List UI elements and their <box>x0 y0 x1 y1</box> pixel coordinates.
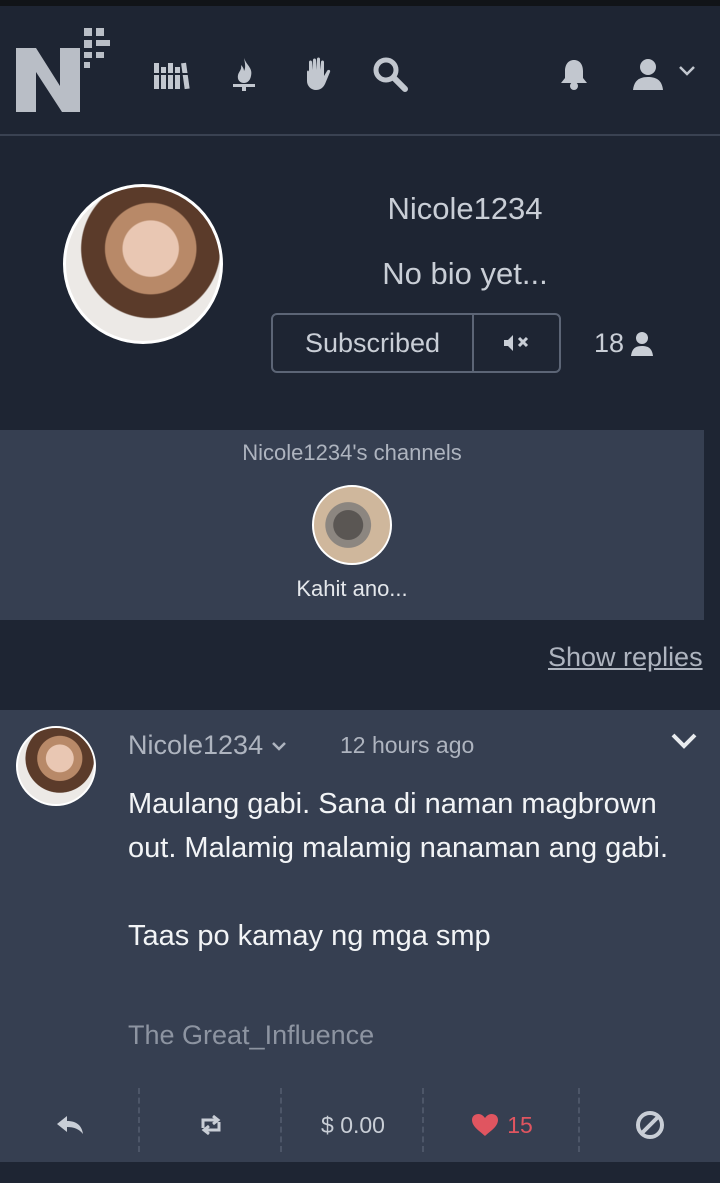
post-reference[interactable]: The Great_Influence <box>128 1020 374 1051</box>
hand-icon[interactable] <box>298 54 338 94</box>
subscriber-count-value: 18 <box>594 328 625 358</box>
logo[interactable] <box>14 24 114 120</box>
channels-panel: Nicole1234's channels Kahit ano... <box>0 430 704 620</box>
profile-header: Nicole1234 No bio yet... Subscribed 18 <box>0 138 720 428</box>
channel-avatar[interactable] <box>312 485 392 565</box>
reply-button[interactable] <box>0 1088 140 1162</box>
show-replies-link[interactable]: Show replies <box>548 642 703 673</box>
mute-icon <box>503 335 528 351</box>
like-button[interactable]: 15 <box>424 1088 580 1162</box>
profile-username: Nicole1234 <box>387 191 543 226</box>
repost-icon <box>201 1114 221 1136</box>
chevron-down-icon[interactable] <box>678 64 696 83</box>
post-author-avatar[interactable] <box>16 726 96 806</box>
remind-button[interactable] <box>140 1088 282 1162</box>
post-author[interactable]: Nicole1234 <box>128 730 287 761</box>
fire-icon[interactable] <box>224 54 264 94</box>
profile-bio: No bio yet... <box>382 256 548 291</box>
post-author-name: Nicole1234 <box>128 730 264 760</box>
search-icon[interactable] <box>370 54 410 94</box>
block-icon <box>636 1111 664 1139</box>
library-icon[interactable] <box>152 54 192 94</box>
block-button[interactable] <box>580 1088 720 1162</box>
bell-icon[interactable] <box>554 54 594 94</box>
tip-button[interactable]: $ 0.00 <box>282 1088 424 1162</box>
subscriber-count[interactable]: 18 <box>594 328 654 359</box>
chevron-down-icon <box>671 733 697 749</box>
tip-amount: $ 0.00 <box>321 1111 385 1138</box>
subscribe-button[interactable]: Subscribed <box>273 315 474 371</box>
post-body: Maulang gabi. Sana di naman magbrown out… <box>128 782 703 958</box>
channel-name[interactable]: Kahit ano... <box>252 576 452 602</box>
post-text: Taas po kamay ng mga smp <box>128 920 491 952</box>
post-card: Nicole1234 12 hours ago Maulang gabi. Sa… <box>0 710 720 1162</box>
logo-icon <box>16 28 110 112</box>
post-menu-button[interactable] <box>670 732 698 755</box>
bottom-strip <box>0 1162 720 1183</box>
mute-button[interactable] <box>474 315 559 371</box>
post-actions: $ 0.00 15 <box>0 1088 720 1162</box>
chevron-down-icon <box>272 741 286 751</box>
profile-avatar[interactable] <box>63 184 223 344</box>
user-icon <box>631 331 654 356</box>
post-text: Maulang gabi. Sana di naman magbrown out… <box>128 788 669 864</box>
navbar <box>0 6 720 136</box>
post-timestamp[interactable]: 12 hours ago <box>340 732 474 759</box>
channels-title: Nicole1234's channels <box>242 440 462 465</box>
like-count: 15 <box>507 1111 533 1138</box>
subscribe-group: Subscribed <box>271 313 561 373</box>
heart-icon <box>472 1114 499 1136</box>
user-icon[interactable] <box>628 54 668 94</box>
reply-icon <box>57 1116 83 1134</box>
